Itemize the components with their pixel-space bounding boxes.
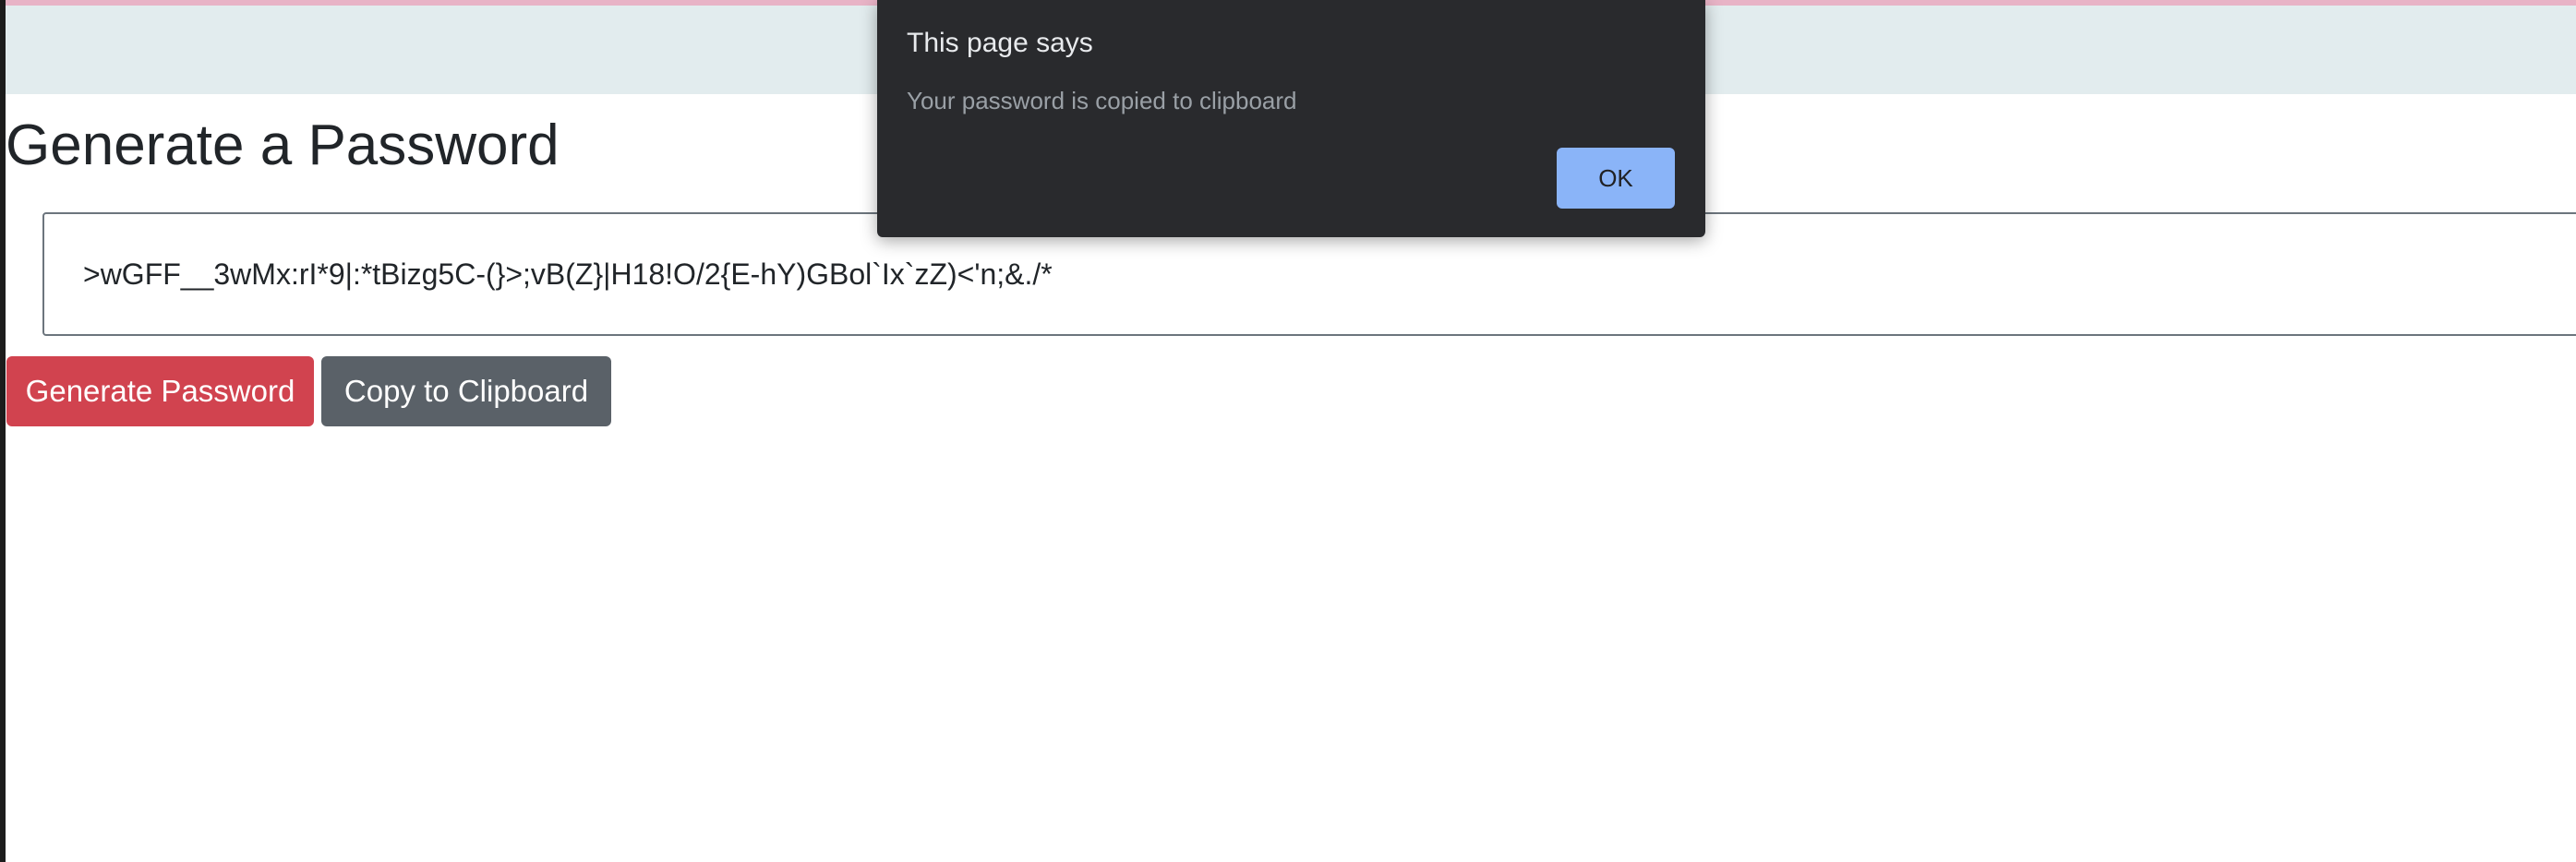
dialog-ok-button[interactable]: OK bbox=[1557, 148, 1675, 209]
copy-to-clipboard-button[interactable]: Copy to Clipboard bbox=[321, 356, 611, 426]
generate-password-button[interactable]: Generate Password bbox=[6, 356, 314, 426]
dialog-message: Your password is copied to clipboard bbox=[907, 87, 1297, 114]
dialog-title: This page says bbox=[907, 28, 1093, 58]
alert-dialog: This page says Your password is copied t… bbox=[877, 0, 1705, 237]
page-title: Generate a Password bbox=[6, 114, 560, 177]
